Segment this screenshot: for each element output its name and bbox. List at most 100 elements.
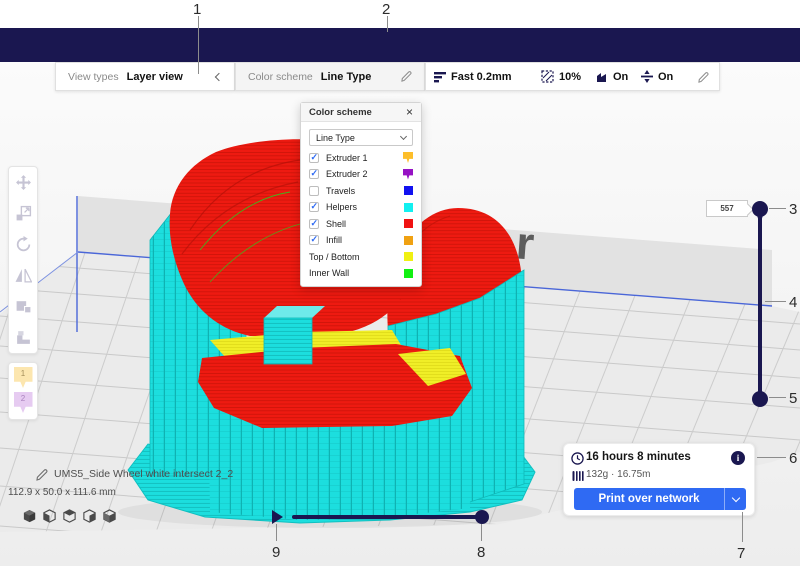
callout-2-line	[387, 16, 388, 32]
legend-row-helpers[interactable]: Helpers	[309, 202, 413, 212]
legend-label: Infill	[326, 235, 404, 245]
legend-row-travels[interactable]: Travels	[309, 186, 413, 196]
callout-3-line	[769, 208, 786, 209]
infill-setting[interactable]: 10%	[541, 70, 581, 83]
extruder-1-badge[interactable]: 1	[14, 367, 33, 388]
legend-row-inner-wall: Inner Wall	[309, 268, 413, 278]
material-spool-icon	[572, 470, 584, 482]
legend-label: Inner Wall	[309, 268, 404, 278]
color-scheme-popup-body: Line Type Extruder 1 Extruder 2 Travels	[301, 122, 421, 286]
support-value: On	[613, 71, 628, 83]
print-options-dropdown[interactable]	[724, 488, 746, 510]
shell-color-swatch	[404, 219, 413, 228]
rotate-tool-button[interactable]	[9, 229, 37, 260]
legend-label: Helpers	[326, 202, 404, 212]
chevron-down-icon	[400, 133, 407, 140]
view-3d-icon[interactable]	[22, 509, 37, 524]
callout-6-line	[757, 457, 786, 458]
scale-tool-button[interactable]	[9, 198, 37, 229]
callout-1-line	[198, 16, 199, 74]
callout-9-line	[276, 524, 277, 541]
callout-3: 3	[789, 201, 797, 218]
extruder-1-number: 1	[21, 369, 25, 378]
color-scheme-popup-title: Color scheme	[309, 107, 406, 118]
callout-5: 5	[789, 390, 797, 407]
mirror-tool-button[interactable]	[9, 260, 37, 291]
view-top-icon[interactable]	[62, 509, 77, 524]
helpers-color-swatch	[404, 203, 413, 212]
shell-checkbox[interactable]	[309, 219, 319, 229]
profile-setting[interactable]: Fast 0.2mm	[434, 71, 512, 83]
transform-toolbar	[8, 166, 38, 354]
print-time-estimate: 16 hours 8 minutes	[586, 451, 691, 463]
color-scheme-popup: Color scheme × Line Type Extruder 1 Extr…	[300, 102, 422, 287]
view-types-value: Layer view	[127, 71, 183, 83]
callout-7: 7	[737, 545, 745, 562]
callout-6: 6	[789, 450, 797, 467]
extruder-2-badge[interactable]: 2	[14, 392, 33, 413]
color-scheme-selector[interactable]: Color scheme Line Type	[235, 62, 425, 91]
callout-9: 9	[272, 544, 280, 561]
legend-row-infill[interactable]: Infill	[309, 235, 413, 245]
print-button-label: Print over network	[574, 493, 724, 505]
legend-row-extruder-1[interactable]: Extruder 1	[309, 153, 413, 163]
view-types-selector[interactable]: View types Layer view	[55, 62, 235, 91]
color-scheme-label: Color scheme	[248, 71, 313, 83]
support-icon	[595, 70, 608, 83]
rename-model-pencil-icon[interactable]	[36, 469, 48, 481]
legend-label: Top / Bottom	[309, 252, 404, 262]
layer-height-icon	[434, 71, 446, 83]
callout-8: 8	[477, 544, 485, 561]
layer-slider-top-handle[interactable]	[752, 201, 768, 217]
edit-pencil-icon[interactable]	[401, 71, 412, 82]
print-over-network-button[interactable]: Print over network	[574, 488, 746, 510]
callout-8-line	[481, 524, 482, 541]
move-tool-button[interactable]	[9, 167, 37, 198]
info-icon[interactable]: i	[731, 451, 745, 465]
infill-icon	[541, 70, 554, 83]
travels-checkbox[interactable]	[309, 186, 319, 196]
adhesion-value: On	[658, 71, 673, 83]
view-front-icon[interactable]	[42, 509, 57, 524]
adhesion-setting[interactable]: On	[641, 70, 673, 83]
adhesion-icon	[641, 70, 653, 83]
edit-settings-pencil-icon[interactable]	[698, 72, 709, 83]
per-model-settings-button[interactable]	[9, 291, 37, 322]
material-usage-estimate: 132g · 16.75m	[586, 469, 651, 480]
main-header-bar	[0, 28, 800, 62]
support-setting[interactable]: On	[595, 70, 628, 83]
extruder-1-checkbox[interactable]	[309, 153, 319, 163]
model-name[interactable]: UMS5_Side Wheel white intersect 2_2	[54, 468, 233, 480]
print-summary-panel: 16 hours 8 minutes 132g · 16.75m i Print…	[563, 443, 755, 516]
chevron-left-icon[interactable]	[215, 72, 223, 80]
play-button[interactable]	[272, 510, 283, 524]
model-dimensions: 112.9 x 50.0 x 111.6 mm	[8, 487, 116, 498]
extruder-2-number: 2	[21, 394, 25, 403]
playback-slider-track[interactable]	[292, 515, 482, 519]
infill-checkbox[interactable]	[309, 235, 319, 245]
legend-row-shell[interactable]: Shell	[309, 219, 413, 229]
print-settings-summary[interactable]: Fast 0.2mm 10% On On	[425, 62, 720, 91]
layer-slider-bottom-handle[interactable]	[752, 391, 768, 407]
layer-slider-track[interactable]	[758, 207, 762, 399]
inner-wall-color-swatch	[404, 269, 413, 278]
line-type-dropdown[interactable]: Line Type	[309, 129, 413, 146]
extruder-2-checkbox[interactable]	[309, 169, 319, 179]
camera-view-presets	[22, 509, 117, 524]
playback-slider-handle[interactable]	[475, 510, 489, 524]
current-layer-value-box[interactable]: 557	[706, 200, 748, 217]
view-left-icon[interactable]	[82, 509, 97, 524]
view-right-icon[interactable]	[102, 509, 117, 524]
extruder-2-color-swatch	[403, 169, 413, 180]
extruder-selector-panel: 1 2	[8, 362, 38, 420]
callout-4: 4	[789, 294, 797, 311]
helpers-checkbox[interactable]	[309, 202, 319, 212]
support-blocker-button[interactable]	[9, 322, 37, 353]
close-icon[interactable]: ×	[406, 106, 413, 118]
legend-label: Shell	[326, 219, 404, 229]
extruder-1-color-swatch	[403, 152, 413, 163]
cura-application-window: ker	[0, 0, 800, 566]
legend-row-top-bottom: Top / Bottom	[309, 252, 413, 262]
callout-4-line	[765, 301, 786, 302]
legend-row-extruder-2[interactable]: Extruder 2	[309, 169, 413, 179]
